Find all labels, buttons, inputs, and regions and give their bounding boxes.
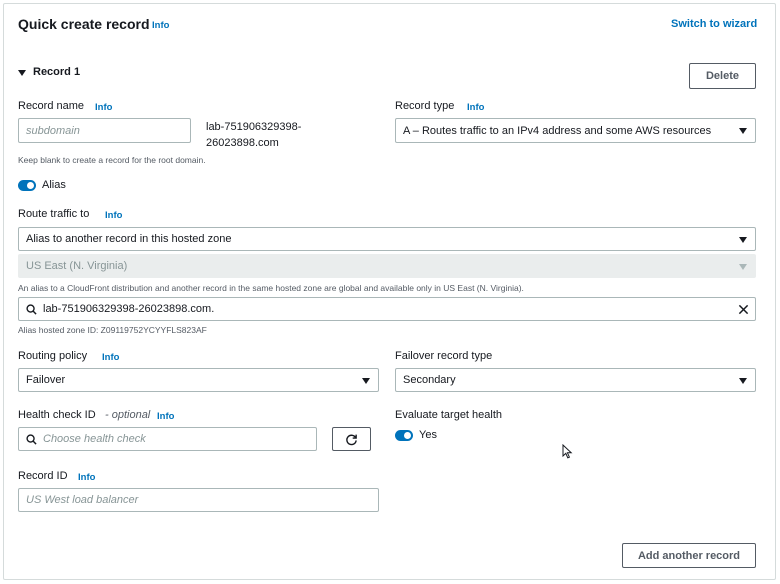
record-name-hint: Keep blank to create a record for the ro… [18, 155, 206, 165]
refresh-button[interactable] [332, 427, 371, 451]
routing-policy-info-link[interactable]: Info [102, 352, 119, 363]
title-info-link[interactable]: Info [152, 20, 169, 31]
collapse-toggle-icon[interactable] [18, 70, 26, 76]
chevron-down-icon [362, 378, 370, 384]
chevron-down-icon [739, 128, 747, 134]
chevron-down-icon [739, 264, 747, 270]
record-name-label: Record name [18, 100, 85, 112]
health-check-info-link[interactable]: Info [157, 411, 174, 422]
page-title: Quick create record [18, 16, 150, 32]
record-id-input[interactable]: US West load balancer [18, 488, 379, 512]
failover-type-label: Failover record type [395, 350, 493, 362]
domain-suffix-line2: 26023898.com [206, 137, 279, 149]
evaluate-health-label: Evaluate target health [395, 409, 503, 421]
routing-policy-label: Routing policy [18, 350, 88, 362]
domain-suffix-line1: lab-751906329398- [206, 121, 302, 133]
chevron-down-icon [739, 378, 747, 384]
record-name-info-link[interactable]: Info [95, 102, 112, 113]
record-id-placeholder: US West load balancer [26, 494, 139, 506]
search-icon [26, 433, 37, 445]
route-target-select[interactable]: Alias to another record in this hosted z… [18, 227, 756, 251]
region-select: US East (N. Virginia) [18, 254, 756, 278]
record-name-input[interactable]: subdomain [18, 118, 191, 143]
record-name-placeholder: subdomain [26, 124, 80, 137]
evaluate-health-toggle[interactable] [395, 430, 413, 441]
alias-toggle[interactable] [18, 180, 36, 191]
health-check-input[interactable]: Choose health check [18, 427, 317, 451]
search-icon [26, 303, 37, 315]
switch-to-wizard-link[interactable]: Switch to wizard [671, 18, 757, 30]
route-traffic-info-link[interactable]: Info [105, 210, 122, 221]
routing-policy-select[interactable]: Failover [18, 368, 379, 392]
health-check-placeholder: Choose health check [43, 433, 146, 445]
hosted-zone-id: Alias hosted zone ID: Z09119752YCYYFLS82… [18, 325, 207, 335]
record-section-label[interactable]: Record 1 [33, 66, 80, 78]
health-check-label: Health check ID [18, 409, 96, 421]
refresh-icon [346, 434, 357, 445]
record-id-info-link[interactable]: Info [78, 472, 95, 483]
route-traffic-label: Route traffic to [18, 208, 90, 220]
health-check-optional: - optional [105, 409, 151, 421]
record-id-label: Record ID [18, 470, 68, 482]
delete-button[interactable]: Delete [689, 63, 756, 89]
alias-target-search[interactable]: lab-751906329398-26023898.com. [18, 297, 756, 321]
add-another-record-button[interactable]: Add another record [622, 543, 756, 568]
mouse-cursor-icon [562, 444, 573, 459]
record-type-label: Record type [395, 100, 455, 112]
failover-type-value: Secondary [403, 374, 456, 386]
record-type-value: A – Routes traffic to an IPv4 address an… [403, 124, 712, 137]
evaluate-health-toggle-label: Yes [419, 429, 437, 441]
record-type-select[interactable]: A – Routes traffic to an IPv4 address an… [395, 118, 756, 143]
route-traffic-hint: An alias to a CloudFront distribution an… [18, 283, 524, 293]
chevron-down-icon [739, 237, 747, 243]
record-type-info-link[interactable]: Info [467, 102, 484, 113]
route-target-value: Alias to another record in this hosted z… [26, 233, 232, 245]
failover-type-select[interactable]: Secondary [395, 368, 756, 392]
routing-policy-value: Failover [26, 374, 66, 386]
clear-icon[interactable] [738, 304, 749, 315]
alias-target-value: lab-751906329398-26023898.com. [43, 303, 215, 315]
alias-label: Alias [42, 179, 66, 191]
region-value: US East (N. Virginia) [26, 260, 128, 272]
